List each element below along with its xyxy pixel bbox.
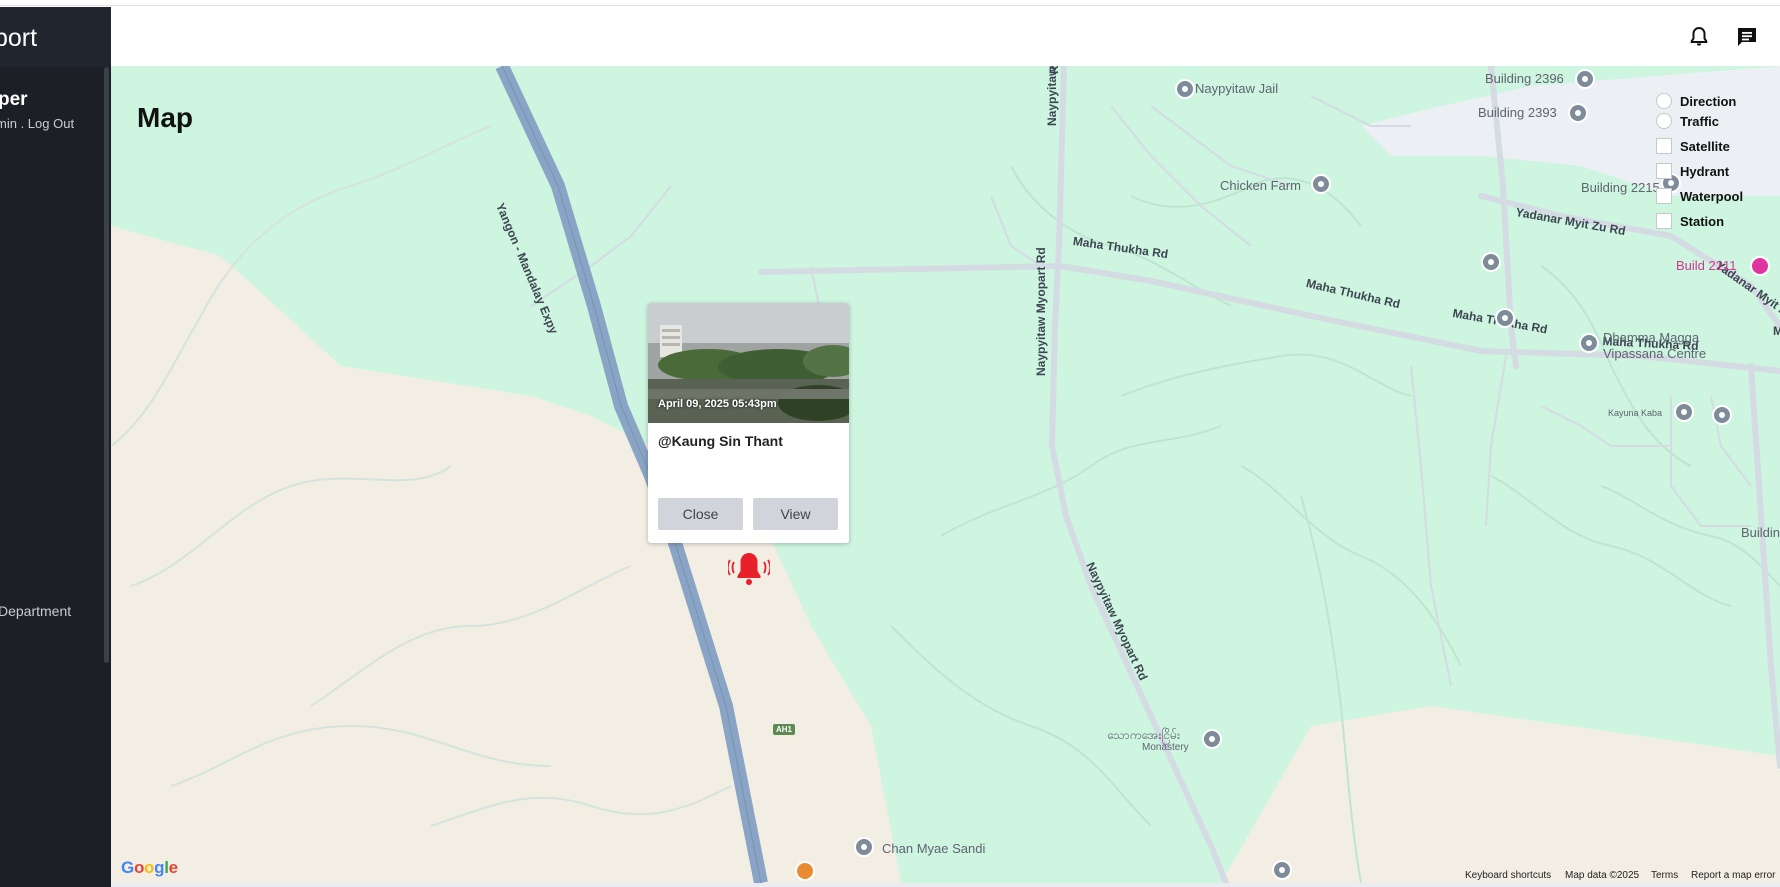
hotel-pin-icon[interactable]: [1750, 256, 1770, 276]
top-header: [111, 7, 1780, 66]
layer-satellite-label: Satellite: [1680, 138, 1730, 154]
poi-building-pin-b[interactable]: [1495, 308, 1515, 328]
layer-direction[interactable]: Direction: [1656, 90, 1743, 112]
chat-icon[interactable]: [1735, 25, 1759, 49]
poi-label-b2393: Building 2393: [1478, 105, 1557, 120]
poi-dhamma-pin[interactable]: [1579, 333, 1599, 353]
poi-label-build2211: Build 2211: [1676, 258, 1737, 273]
sidebar-scrollbar[interactable]: [104, 67, 109, 663]
direction-radio[interactable]: [1656, 93, 1672, 109]
report-map-error-link[interactable]: Report a map error: [1691, 870, 1775, 881]
road-label-myopart-mid: Naypyitaw Myopart Rd: [1034, 247, 1048, 376]
poi-monastery-pin[interactable]: [1202, 729, 1222, 749]
poi-label-buildin: Buildin: [1741, 525, 1780, 540]
incident-reporter: @Kaung Sin Thant: [658, 433, 783, 449]
sidebar-item-department[interactable]: Department: [0, 603, 71, 619]
poi-label-b2396: Building 2396: [1485, 71, 1564, 86]
poi-label-jail: Naypyitaw Jail: [1195, 81, 1279, 96]
google-logo[interactable]: Google: [121, 858, 178, 878]
poi-label-chan: Chan Myae Sandi: [882, 841, 986, 856]
waterpool-checkbox[interactable]: [1656, 188, 1672, 204]
keyboard-shortcuts-link[interactable]: Keyboard shortcuts: [1465, 870, 1551, 881]
hydrant-checkbox[interactable]: [1656, 163, 1672, 179]
layer-hydrant-label: Hydrant: [1680, 163, 1730, 179]
brand-text: port: [0, 24, 38, 52]
map-data-text: Map data ©2025: [1565, 870, 1640, 881]
alarm-bell-marker-icon[interactable]: [728, 549, 770, 591]
logout-link[interactable]: Log Out: [28, 116, 74, 131]
station-checkbox[interactable]: [1656, 213, 1672, 229]
poi-label-dhamma-2: Vipassana Centre: [1603, 346, 1707, 361]
layer-station-label: Station: [1680, 213, 1725, 229]
terms-link[interactable]: Terms: [1651, 870, 1678, 881]
poi-label-kayuna: Kayuna Kaba: [1608, 408, 1663, 418]
layer-direction-label: Direction: [1680, 93, 1737, 109]
poi-label-b2215: Building 2215: [1581, 180, 1660, 195]
layer-waterpool-label: Waterpool: [1680, 188, 1744, 204]
poi-b2393-pin[interactable]: [1568, 103, 1588, 123]
ah1-shield: AH1: [773, 724, 796, 735]
layer-satellite[interactable]: Satellite: [1656, 135, 1743, 157]
layer-traffic[interactable]: Traffic: [1656, 110, 1743, 132]
popup-view-button[interactable]: View: [753, 498, 838, 530]
layer-station[interactable]: Station: [1656, 210, 1743, 232]
poi-label-dhamma-1: Dhamma Magga: [1603, 330, 1700, 345]
poi-label-chicken-farm: Chicken Farm: [1220, 178, 1301, 193]
page-title: Map: [137, 102, 193, 133]
bottom-border: [111, 883, 1780, 887]
poi-label-monastery: Monastery: [1142, 742, 1189, 753]
layer-traffic-label: Traffic: [1680, 113, 1720, 129]
poi-b2396-pin[interactable]: [1575, 69, 1595, 89]
incident-popup: April 09, 2025 05:43pm @Kaung Sin Thant …: [648, 303, 849, 543]
popup-close-button[interactable]: Close: [658, 498, 743, 530]
satellite-checkbox[interactable]: [1656, 138, 1672, 154]
poi-chan-pin[interactable]: [854, 837, 874, 857]
bell-icon[interactable]: [1687, 25, 1711, 49]
separator: .: [16, 116, 28, 131]
road-label-rd-top: Rd: [1047, 66, 1061, 74]
user-meta: min . Log Out: [0, 116, 74, 131]
poi-bottom-pin[interactable]: [1272, 860, 1292, 880]
traffic-radio[interactable]: [1656, 113, 1672, 129]
user-role: min: [0, 116, 17, 131]
incident-timestamp: April 09, 2025 05:43pm: [658, 398, 777, 410]
poi-kayuna-pin[interactable]: [1674, 402, 1694, 422]
road-label-myopart-top: Naypyitaw Myopart Rd: [1045, 66, 1059, 126]
layer-waterpool[interactable]: Waterpool: [1656, 185, 1743, 207]
layer-hydrant[interactable]: Hydrant: [1656, 160, 1743, 182]
user-name: per: [0, 89, 28, 110]
top-border: [0, 0, 1780, 6]
poi-jail-pin[interactable]: [1175, 79, 1195, 99]
map-base-layer: [111, 66, 1780, 883]
sidebar: port per min . Log Out Department: [0, 7, 111, 887]
road-label-m: M: [1773, 324, 1780, 338]
poi-temple-pin[interactable]: [1712, 405, 1732, 425]
sidebar-brand[interactable]: port: [0, 7, 111, 67]
map-canvas[interactable]: Yangon - Mandalay Expy Naypyitaw Myopart…: [111, 66, 1780, 883]
poi-building-pin-a[interactable]: [1481, 252, 1501, 272]
poi-chicken-farm-pin[interactable]: [1311, 174, 1331, 194]
layer-controls: Direction Traffic Satellite Hydrant Wate…: [1656, 90, 1743, 232]
restaurant-pin-icon[interactable]: [795, 861, 815, 881]
